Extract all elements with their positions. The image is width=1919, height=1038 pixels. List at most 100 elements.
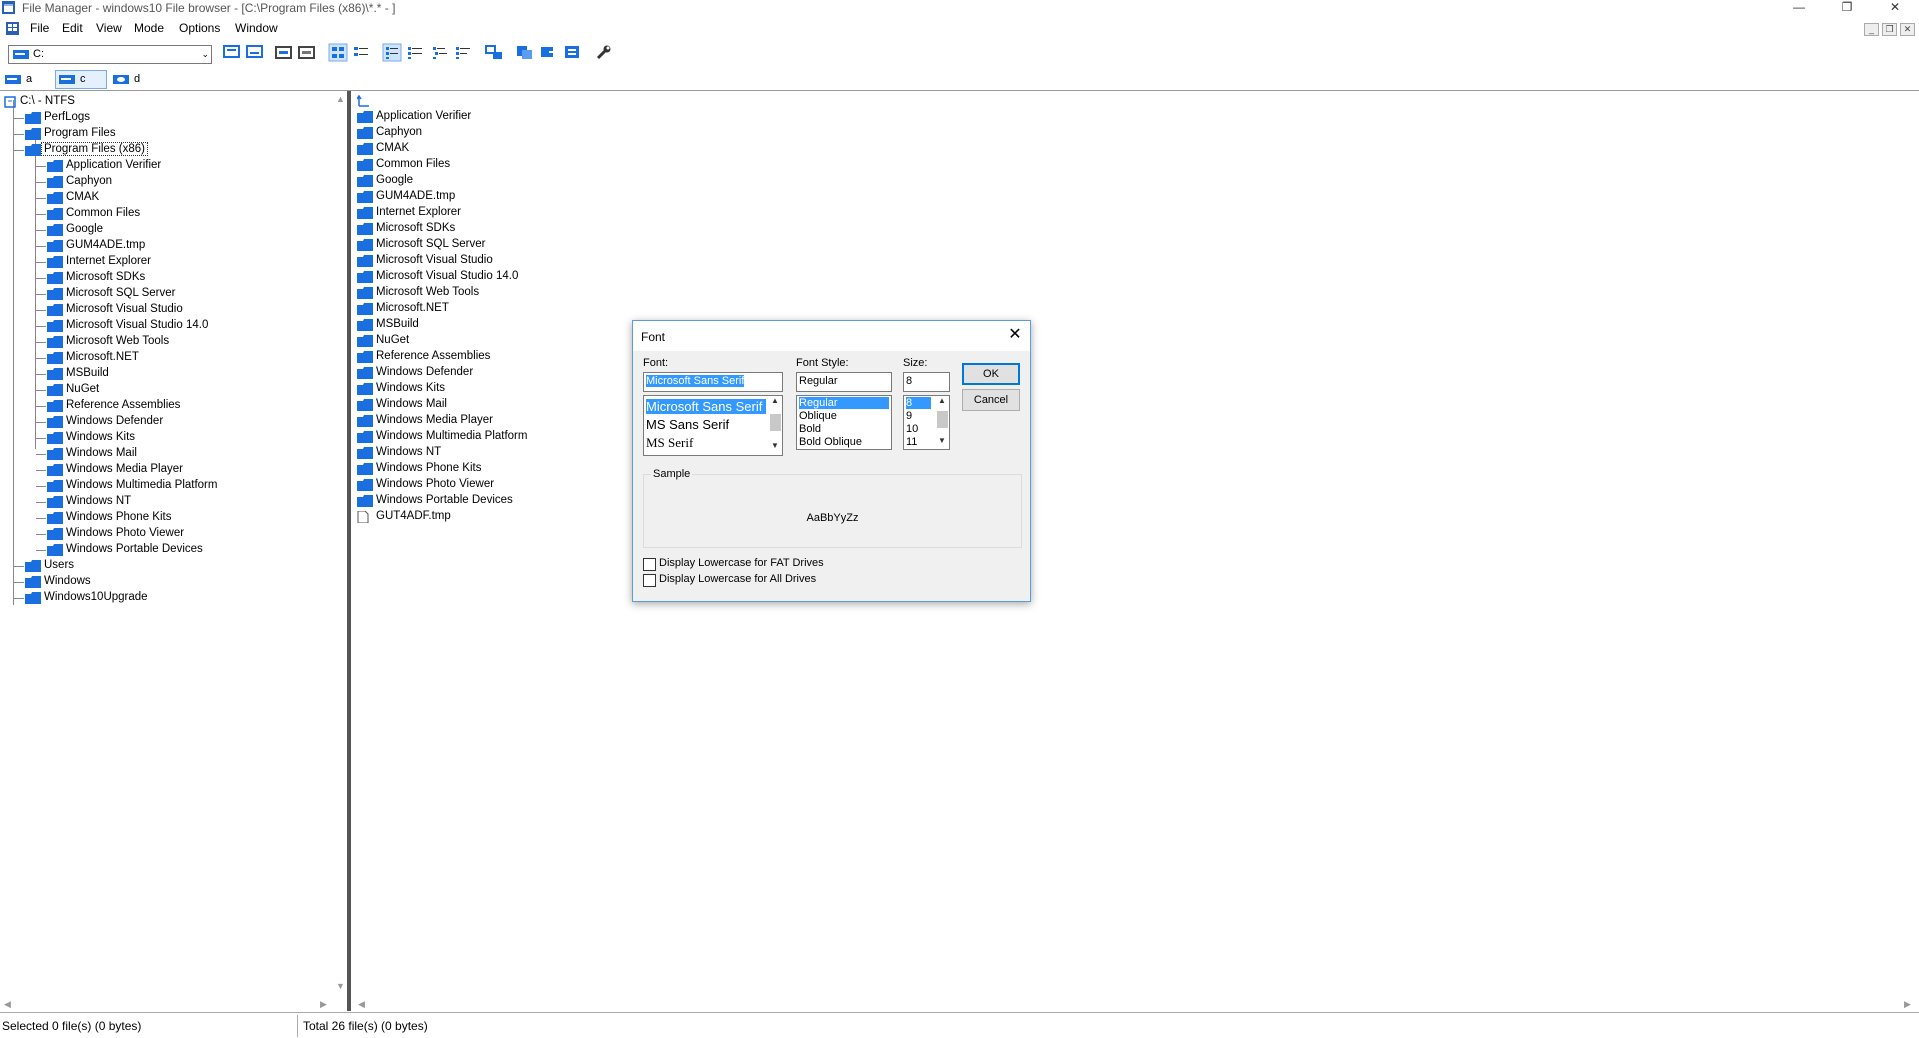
font-option[interactable]: MS Serif (646, 435, 693, 451)
status-divider (297, 1015, 298, 1037)
menu-edit[interactable]: Edit (62, 21, 83, 35)
tree-item-label: Microsoft.NET (66, 351, 139, 363)
drive-root-icon (4, 96, 16, 108)
font-list-scrollbar[interactable]: ▲ ▼ (768, 396, 782, 455)
folder-icon (357, 223, 373, 235)
lowercase-fat-checkbox[interactable] (643, 558, 656, 571)
style-option[interactable]: Regular (799, 397, 889, 409)
sort-by-date-icon[interactable] (484, 43, 504, 62)
size-option[interactable]: 8 (906, 397, 931, 409)
cancel-button[interactable]: Cancel (962, 389, 1020, 411)
tree-horizontal-scrollbar[interactable]: ◀ ▶ (0, 997, 333, 1011)
font-name-input[interactable]: Microsoft Sans Serif (643, 372, 783, 392)
restore-button[interactable]: ❐ (1824, 0, 1870, 16)
large-icons-view-icon[interactable] (328, 43, 348, 62)
lowercase-all-label[interactable]: Display Lowercase for All Drives (659, 573, 816, 585)
sort-by-size-icon[interactable] (453, 43, 473, 62)
font-name-list[interactable]: Microsoft Sans Serif MS Sans Serif MS Se… (643, 395, 783, 456)
move-icon[interactable] (539, 43, 559, 62)
pane-splitter[interactable] (347, 91, 351, 1011)
size-list-scrollbar[interactable]: ▲ ▼ (935, 396, 949, 449)
tree-item-label: Windows Mail (66, 447, 137, 459)
font-style-input[interactable]: Regular (796, 372, 892, 392)
font-style-list[interactable]: Regular Oblique Bold Bold Oblique (796, 395, 892, 450)
folder-icon (357, 399, 373, 411)
disconnect-network-drive-icon[interactable] (245, 43, 265, 62)
menu-mode[interactable]: Mode (134, 21, 164, 35)
scroll-down-icon[interactable]: ▼ (935, 436, 949, 448)
stop-sharing-icon[interactable] (297, 43, 317, 62)
mdi-close-button[interactable]: ✕ (1900, 23, 1915, 36)
list-item-label: Microsoft Visual Studio 14.0 (376, 270, 519, 282)
drive-a-button[interactable]: a (2, 71, 50, 88)
menu-view[interactable]: View (96, 21, 122, 35)
folder-icon (357, 239, 373, 251)
close-button[interactable]: ✕ (1872, 0, 1918, 16)
minimize-button[interactable]: — (1776, 0, 1822, 16)
size-option[interactable]: 11 (906, 436, 917, 448)
folder-icon (357, 143, 373, 155)
copy-icon[interactable] (515, 43, 535, 62)
list-horizontal-scrollbar[interactable]: ◀ ▶ (352, 997, 1919, 1011)
size-option[interactable]: 10 (906, 423, 918, 435)
sort-by-name-icon[interactable] (405, 43, 425, 62)
scroll-thumb[interactable] (937, 411, 948, 428)
font-size-input[interactable]: 8 (903, 372, 950, 392)
tree-line (36, 326, 46, 327)
directory-tree[interactable]: C:\ - NTFS PerfLogs Program Files Program … (0, 91, 333, 1001)
wrench-icon[interactable] (594, 43, 614, 62)
sort-by-type-icon[interactable] (430, 43, 450, 62)
folder-icon (25, 576, 41, 588)
share-icon[interactable] (274, 43, 294, 62)
scroll-up-icon[interactable]: ▲ (768, 396, 782, 408)
style-option[interactable]: Bold Oblique (799, 436, 862, 448)
list-view-icon[interactable] (351, 43, 371, 62)
font-dialog: Font ✕ Font: Microsoft Sans Serif Micros… (632, 320, 1031, 602)
list-item-label: Microsoft SDKs (376, 222, 456, 234)
size-option[interactable]: 9 (906, 410, 912, 422)
folder-icon (357, 447, 373, 459)
lowercase-all-checkbox[interactable] (643, 574, 656, 587)
up-arrow-icon (357, 95, 369, 107)
mdi-child-icon[interactable] (6, 22, 19, 35)
font-size-list[interactable]: 8 9 10 11 ▲ ▼ (903, 395, 950, 450)
font-option[interactable]: MS Sans Serif (646, 417, 729, 432)
folder-icon (357, 191, 373, 203)
file-list[interactable]: Application Verifier Caphyon CMAK Common Fi… (352, 91, 1919, 996)
font-size-value: 8 (906, 375, 913, 387)
tree-line (36, 470, 46, 471)
scroll-down-icon[interactable]: ▼ (768, 441, 782, 453)
font-option[interactable]: Microsoft Sans Serif (646, 399, 766, 414)
scroll-left-icon[interactable]: ◀ (358, 999, 365, 1010)
tree-line (36, 342, 46, 343)
title-bar: File Manager - windows10 File browser - … (0, 0, 1919, 16)
ok-button[interactable]: OK (962, 363, 1020, 385)
menu-options[interactable]: Options (179, 21, 220, 35)
menu-file[interactable]: File (30, 21, 49, 35)
dialog-close-button[interactable]: ✕ (1006, 325, 1024, 345)
tree-line (36, 454, 46, 455)
scroll-right-icon[interactable]: ▶ (1904, 999, 1911, 1010)
lowercase-fat-label[interactable]: Display Lowercase for FAT Drives (659, 557, 824, 569)
scroll-up-icon[interactable]: ▲ (935, 396, 949, 408)
drive-c-button[interactable]: c (55, 70, 107, 89)
scroll-up-icon[interactable]: ▲ (336, 94, 345, 104)
drive-combo[interactable]: C: ⌄ (8, 45, 212, 64)
scroll-down-icon[interactable]: ▼ (336, 981, 345, 991)
tree-line (36, 182, 46, 183)
delete-icon[interactable] (563, 43, 583, 62)
drive-a-label: a (26, 73, 33, 85)
tree-item-label: Microsoft SDKs (66, 271, 146, 283)
mdi-restore-button[interactable]: ❐ (1882, 23, 1897, 36)
style-option[interactable]: Bold (799, 423, 821, 435)
style-option[interactable]: Oblique (799, 410, 837, 422)
details-view-icon[interactable] (382, 43, 402, 62)
menu-window[interactable]: Window (235, 21, 278, 35)
drive-d-button[interactable]: d (110, 71, 160, 88)
mdi-minimize-button[interactable]: _ (1864, 23, 1879, 36)
scroll-thumb[interactable] (770, 414, 781, 431)
scroll-right-icon[interactable]: ▶ (320, 999, 327, 1010)
scroll-left-icon[interactable]: ◀ (4, 999, 11, 1010)
connect-network-drive-icon[interactable] (222, 43, 242, 62)
tree-vertical-scrollbar[interactable]: ▲ ▼ (333, 91, 347, 997)
